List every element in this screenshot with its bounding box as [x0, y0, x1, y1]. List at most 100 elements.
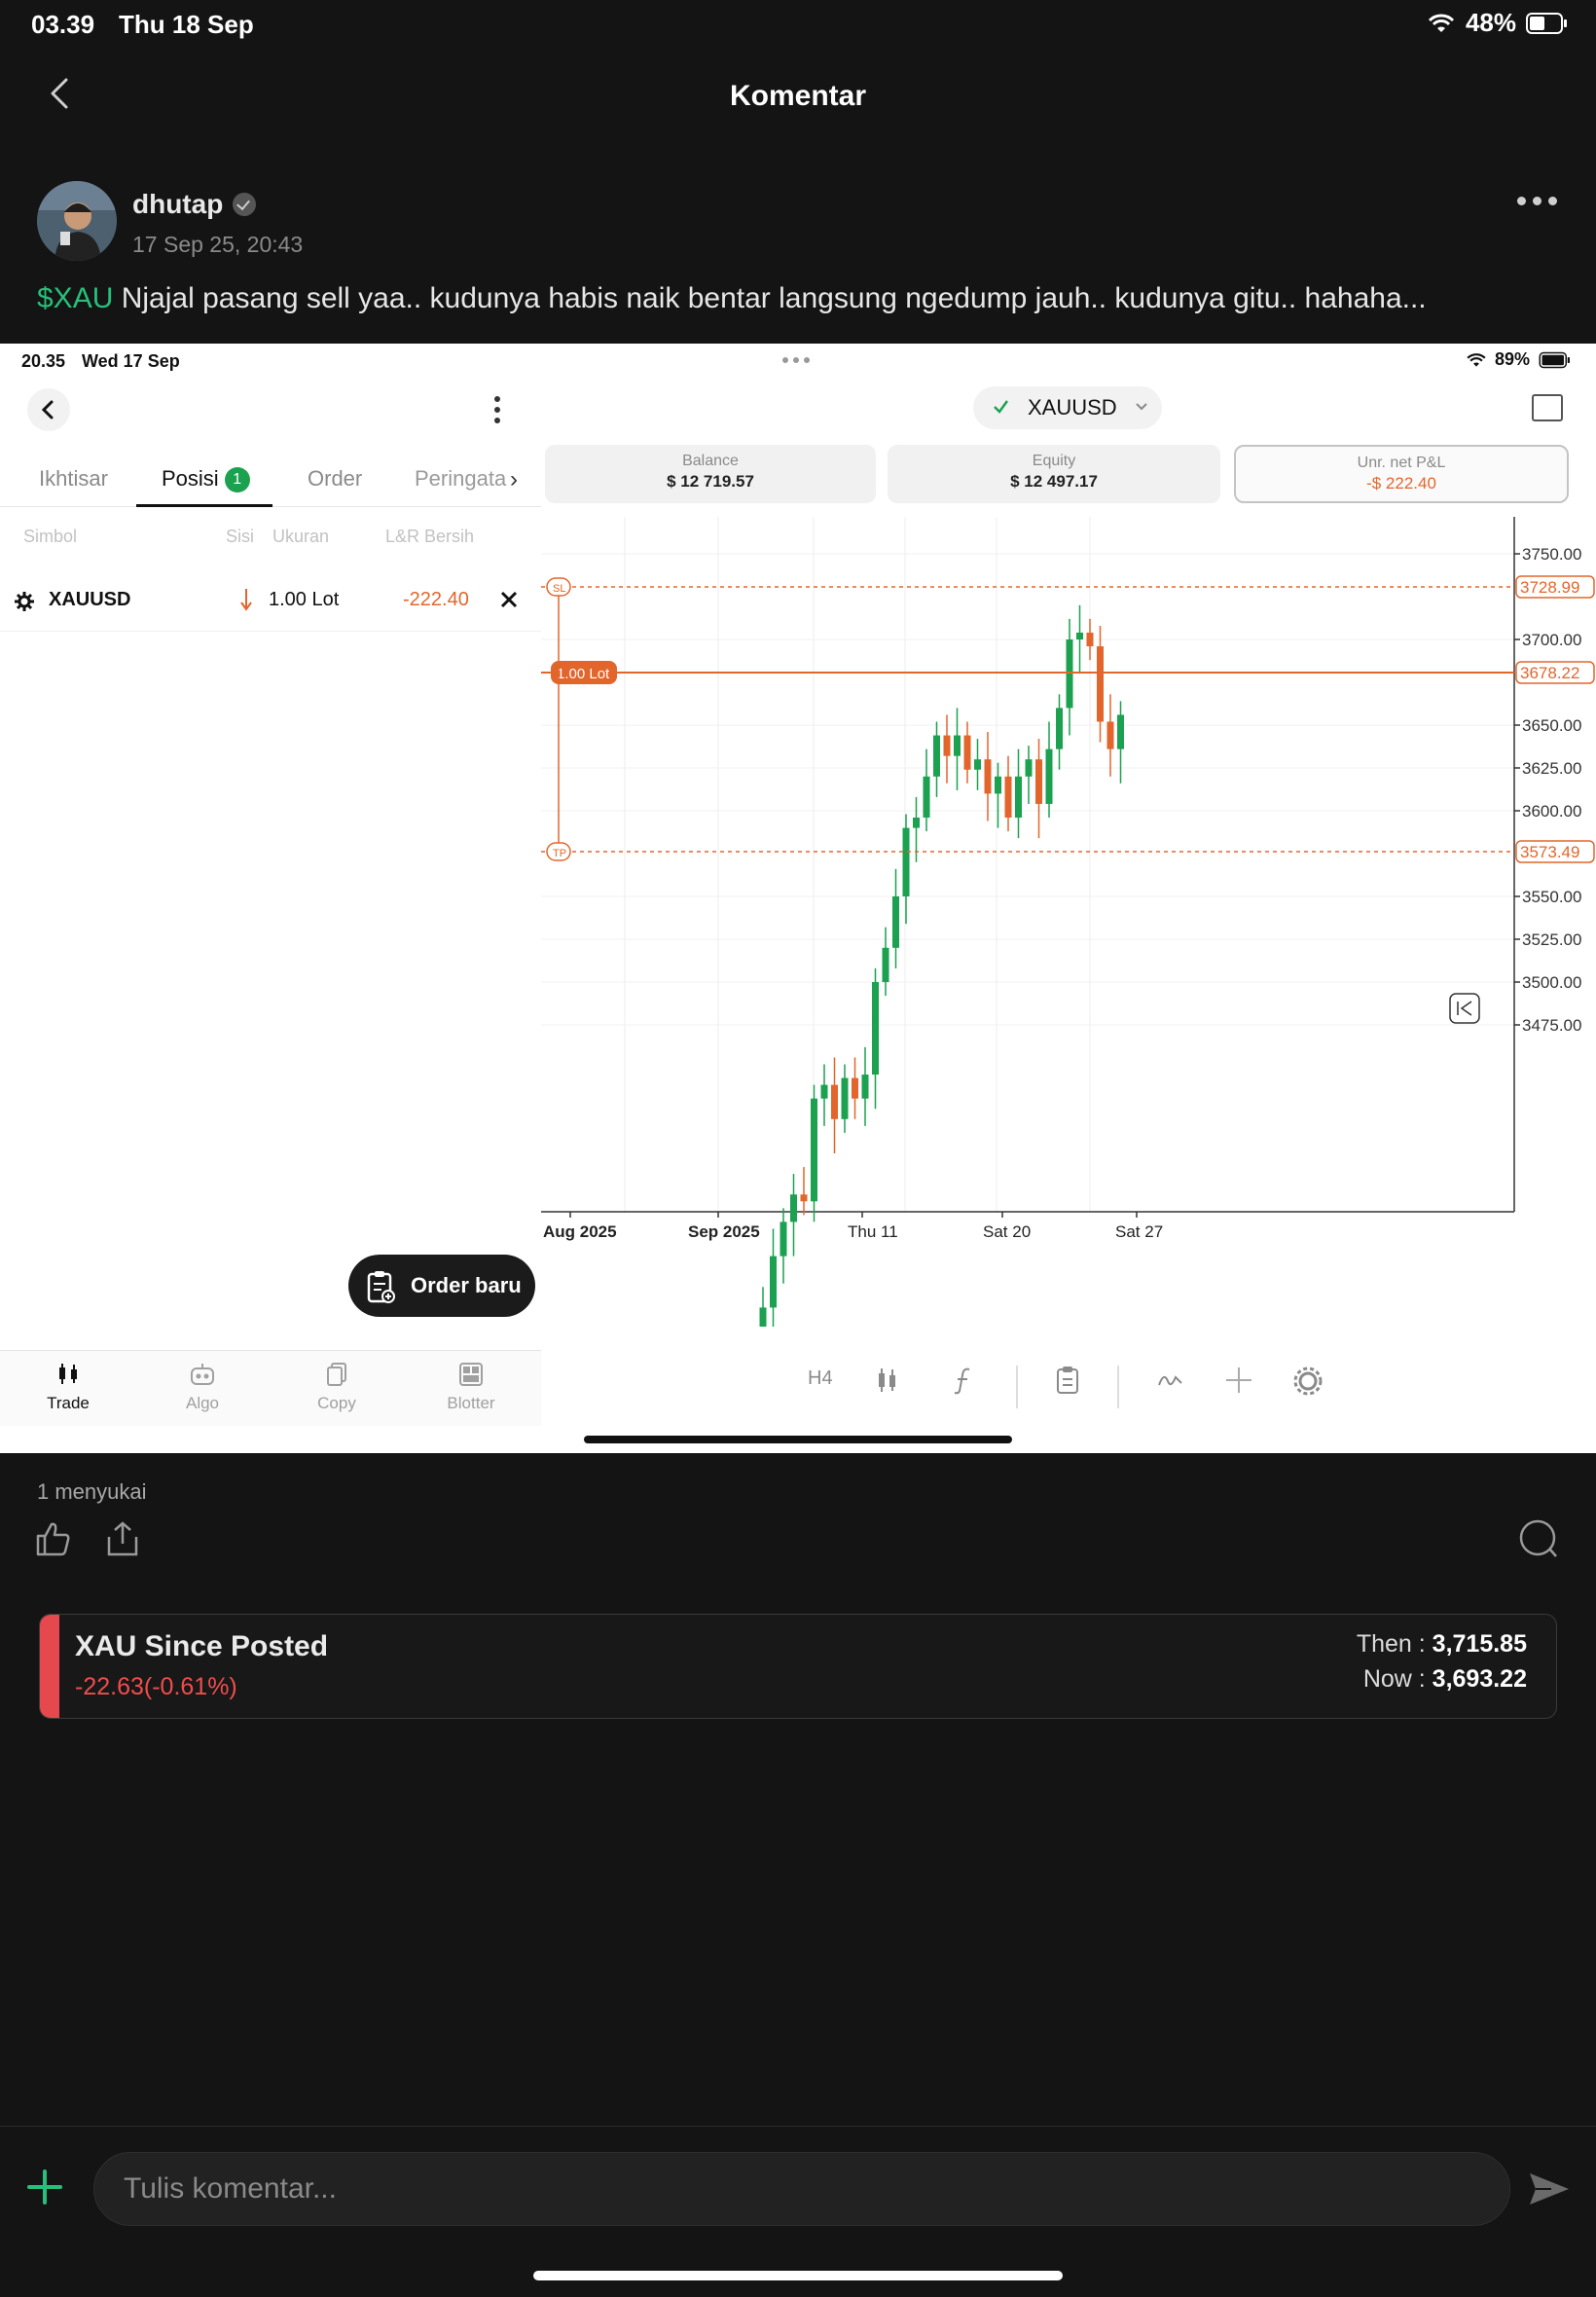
wifi-icon — [1428, 14, 1455, 32]
tab-posisi[interactable]: Posisi 1 — [162, 466, 250, 492]
since-posted-card[interactable]: XAU Since Posted -22.63(-0.61%) Then : 3… — [39, 1614, 1557, 1719]
candle-body — [933, 735, 940, 777]
shot-back-button[interactable] — [27, 388, 70, 431]
price-chart[interactable]: 3750.00 3700.00 3650.00 3625.00 3600.00 3550.… — [541, 517, 1596, 1327]
now-price: Now : 3,693.22 — [1363, 1665, 1527, 1694]
shot-status-time: 20.35 — [21, 351, 66, 371]
level-tag-label: TP — [553, 848, 566, 859]
indicator-icon[interactable] — [952, 1366, 975, 1395]
tab-posisi-label: Posisi — [162, 466, 219, 491]
expand-icon[interactable] — [1532, 394, 1563, 421]
username-text[interactable]: dhutap — [132, 189, 223, 220]
level-price-label: 3728.99 — [1520, 578, 1579, 597]
shot-bottom-nav: Trade Algo Copy Blotter — [0, 1350, 541, 1426]
equity-label: Equity — [1032, 453, 1076, 469]
candle-body — [770, 1256, 777, 1308]
tab-ikhtisar[interactable]: Ikhtisar — [39, 466, 108, 492]
candle-body — [800, 1194, 808, 1202]
home-indicator — [533, 2271, 1063, 2280]
table-row[interactable]: XAUUSD 1.00 Lot -222.40 — [0, 569, 541, 632]
position-tabs: Ikhtisar Posisi 1 Order Peringata › — [0, 451, 541, 507]
comment-input[interactable] — [93, 2152, 1510, 2226]
nav-algo[interactable]: Algo — [154, 1361, 251, 1413]
candle-body — [759, 1307, 767, 1327]
share-icon[interactable] — [105, 1520, 140, 1557]
copy-icon — [327, 1363, 346, 1386]
draw-icon[interactable] — [1156, 1367, 1185, 1393]
balance-card: Balance $ 12 719.57 — [545, 445, 876, 503]
grid-icon — [459, 1363, 483, 1386]
settings-icon[interactable] — [1292, 1366, 1324, 1397]
kebab-menu-icon[interactable] — [492, 396, 502, 425]
symbol-selector[interactable]: XAUUSD — [973, 386, 1162, 429]
x-tick-label: Sat 20 — [983, 1222, 1031, 1241]
chevron-right-icon[interactable]: › — [510, 466, 518, 493]
x-tick-label: Aug 2025 — [543, 1222, 617, 1241]
candle-body — [1004, 776, 1012, 819]
thumbs-up-icon[interactable] — [35, 1520, 72, 1557]
position-size: 1.00 Lot — [269, 589, 340, 610]
more-options-icon[interactable] — [1517, 197, 1557, 205]
gear-icon[interactable] — [14, 591, 35, 612]
candle-body — [984, 759, 992, 794]
tab-underline — [136, 504, 272, 507]
status-bar: 03.39 Thu 18 Sep 48% — [0, 0, 1596, 47]
y-tick-label: 3600.00 — [1522, 802, 1581, 820]
y-tick-label: 3750.00 — [1522, 545, 1581, 564]
timeframe-button[interactable]: H4 — [808, 1367, 833, 1390]
pnl-card[interactable]: Unr. net P&L -$ 222.40 — [1234, 445, 1569, 503]
now-value: 3,693.22 — [1432, 1665, 1527, 1693]
level-tag-label: SL — [553, 583, 565, 595]
then-value: 3,715.85 — [1432, 1630, 1527, 1658]
candle-body — [913, 818, 920, 828]
shot-status-date: Wed 17 Sep — [82, 351, 180, 371]
attached-screenshot[interactable]: 20.35 Wed 17 Sep 89% Ikhtisar Posisi 1 Or… — [0, 344, 1596, 1453]
post-header: dhutap 17 Sep 25, 20:43 — [37, 181, 1565, 263]
candle-body — [1086, 632, 1094, 647]
post-timestamp: 17 Sep 25, 20:43 — [132, 232, 304, 257]
order-new-button[interactable]: Order baru — [348, 1255, 535, 1317]
nav-trade[interactable]: Trade — [19, 1361, 117, 1413]
candle-body — [892, 896, 899, 948]
tab-badge: 1 — [224, 467, 250, 492]
col-simbol: Simbol — [23, 527, 78, 546]
plus-icon[interactable] — [25, 2168, 64, 2206]
send-icon[interactable] — [1528, 2169, 1571, 2208]
y-tick-label: 3625.00 — [1522, 759, 1581, 778]
x-tick-label: Sat 27 — [1115, 1222, 1163, 1241]
nav-blotter[interactable]: Blotter — [422, 1361, 520, 1413]
post-body: $XAU Njajal pasang sell yaa.. kudunya ha… — [37, 282, 1575, 315]
post-text: Njajal pasang sell yaa.. kudunya habis n… — [113, 282, 1427, 314]
candle-body — [1035, 759, 1042, 804]
then-label: Then : — [1356, 1630, 1433, 1658]
candle-body — [1025, 759, 1033, 777]
nav-bar: Komentar — [0, 58, 1596, 136]
comment-icon[interactable] — [1518, 1518, 1559, 1559]
crosshair-icon[interactable] — [1224, 1366, 1253, 1395]
status-date: Thu 18 Sep — [119, 10, 254, 39]
change-indicator-bar — [40, 1615, 59, 1718]
nav-copy[interactable]: Copy — [288, 1361, 385, 1413]
clipboard-icon — [367, 1271, 395, 1303]
nav-algo-label: Algo — [185, 1394, 220, 1412]
candle-type-icon[interactable] — [876, 1366, 899, 1395]
tab-order[interactable]: Order — [308, 466, 362, 492]
candle-body — [1106, 721, 1114, 749]
avatar[interactable] — [37, 181, 117, 261]
ticker-link[interactable]: $XAU — [37, 282, 113, 314]
candle-body — [1097, 646, 1104, 722]
tab-peringatan[interactable]: Peringata — [415, 466, 506, 492]
candle-body — [780, 1221, 787, 1257]
robot-icon — [191, 1364, 214, 1385]
pnl-value: -$ 222.40 — [1366, 474, 1436, 492]
y-tick-label: 3650.00 — [1522, 716, 1581, 735]
y-tick-label: 3700.00 — [1522, 631, 1581, 649]
nav-blotter-label: Blotter — [447, 1394, 495, 1412]
chevron-down-icon — [1136, 403, 1147, 411]
clipboard-icon[interactable] — [1055, 1366, 1080, 1395]
close-icon[interactable] — [500, 591, 518, 608]
like-count[interactable]: 1 menyukai — [37, 1479, 147, 1505]
since-posted-change: -22.63(-0.61%) — [75, 1673, 237, 1700]
username[interactable]: dhutap — [132, 189, 257, 220]
candle-body — [974, 759, 981, 770]
